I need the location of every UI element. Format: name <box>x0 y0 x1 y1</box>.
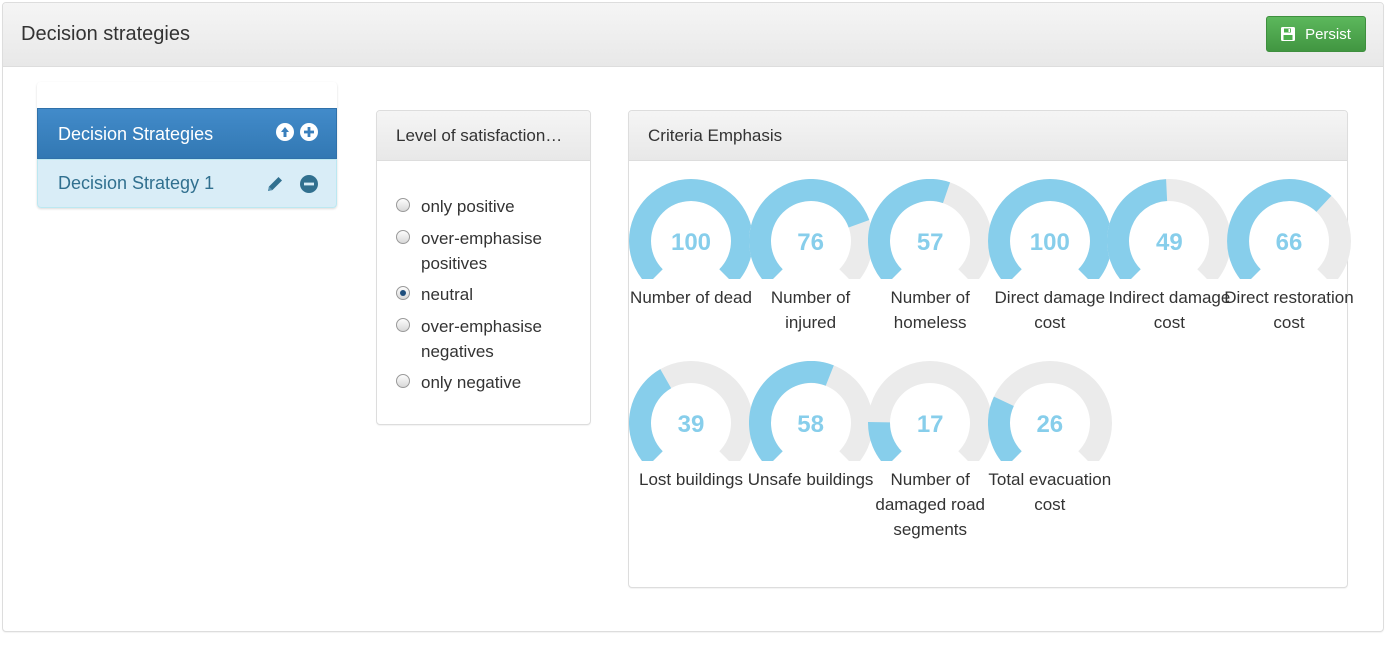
radio-label: neutral <box>421 285 473 304</box>
gauge-value: 39 <box>677 411 705 438</box>
persist-button[interactable]: Persist <box>1266 16 1366 52</box>
radio-label: over-emphasise positives <box>421 229 542 273</box>
radio-button[interactable] <box>396 230 410 244</box>
radio-label: only negative <box>421 373 522 392</box>
persist-label: Persist <box>1305 25 1351 43</box>
gauge-label: Number of dead <box>630 288 752 307</box>
gauge-value: 57 <box>916 229 944 256</box>
radio-button[interactable] <box>396 374 410 388</box>
satisfaction-title: Level of satisfaction… <box>396 126 563 145</box>
gauge-label: Indirect damage cost <box>1108 288 1231 332</box>
minus-circle-icon[interactable] <box>300 175 318 193</box>
gauge-value: 76 <box>797 229 824 256</box>
satisfaction-panel: Level of satisfaction… only positive over… <box>376 110 591 425</box>
gauge-label: Total evacuation cost <box>988 470 1112 514</box>
circle-arrow-up-icon[interactable] <box>276 123 294 141</box>
satisfaction-heading: Level of satisfaction… <box>377 111 590 161</box>
gauge-label: Number of homeless <box>890 288 970 332</box>
gauge-value: 58 <box>797 411 824 438</box>
panel-header: Decision strategies Persist <box>3 3 1383 67</box>
gauge-label: Number of injured <box>770 288 851 332</box>
gauge-value: 26 <box>1036 411 1064 438</box>
gauge-label: Lost buildings <box>639 470 743 489</box>
gauge-value: 17 <box>916 411 944 438</box>
radio-button[interactable] <box>396 198 410 212</box>
strategies-list: Decision Strategies Decision Strategy 1 <box>37 82 337 208</box>
strategy-item[interactable]: Decision Strategy 1 <box>37 159 337 208</box>
strategy-item-label: Decision Strategy 1 <box>58 173 215 193</box>
radio-label: only positive <box>421 197 515 216</box>
radio-button[interactable] <box>396 318 410 332</box>
plus-circle-icon[interactable] <box>300 123 318 141</box>
floppy-disk-icon <box>1281 27 1296 41</box>
gauge-label: Direct restoration cost <box>1224 288 1354 332</box>
strategies-header: Decision Strategies <box>37 108 337 159</box>
gauge-label: Direct damage cost <box>994 288 1106 332</box>
gauge-label: Number of damaged road segments <box>875 470 985 539</box>
radio-label: over-emphasise negatives <box>421 317 542 361</box>
gauge-value: 49 <box>1156 229 1183 256</box>
criteria-heading: Criteria Emphasis <box>629 111 1347 161</box>
gauge-label: Unsafe buildings <box>747 470 874 489</box>
strategies-header-label: Decision Strategies <box>58 124 214 144</box>
criteria-title: Criteria Emphasis <box>648 126 783 145</box>
criteria-panel: Criteria Emphasis 100 Number of dead 76 Num… <box>628 110 1354 588</box>
gauge-value: 100 <box>1029 229 1070 256</box>
page-title: Decision strategies <box>21 23 190 45</box>
radio-button[interactable] <box>396 286 410 300</box>
gauge-value: 66 <box>1275 229 1303 256</box>
gauge-value: 100 <box>670 229 712 256</box>
pencil-icon[interactable] <box>265 174 285 194</box>
